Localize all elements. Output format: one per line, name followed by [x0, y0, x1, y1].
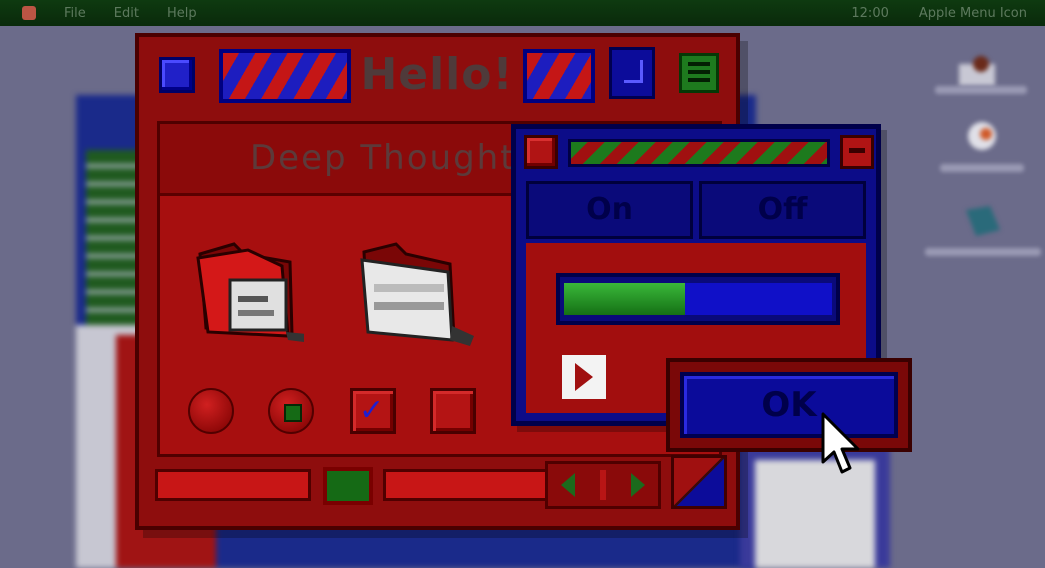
- desktop-icon-label: [935, 86, 1027, 94]
- scroll-arrows: [545, 461, 661, 509]
- desktop-app-icon[interactable]: [960, 120, 1004, 156]
- ok-button-frame: OK: [666, 358, 912, 452]
- desktop-book-icon[interactable]: [960, 204, 1004, 240]
- checkbox-unchecked[interactable]: [430, 388, 476, 434]
- desktop-icon-label: [925, 248, 1041, 256]
- disclosure-triangle[interactable]: [562, 355, 606, 399]
- scroll-thumb[interactable]: [323, 467, 373, 505]
- menu-file[interactable]: File: [64, 6, 86, 21]
- menu-help[interactable]: Help: [167, 6, 197, 21]
- ok-button[interactable]: OK: [680, 372, 898, 438]
- open-folder-icon[interactable]: [194, 236, 306, 356]
- scroll-track-right[interactable]: [383, 469, 553, 501]
- title-stripes-right: [523, 49, 595, 103]
- checkmark-icon: ✓: [359, 393, 385, 428]
- desktop-hard-disk-icon[interactable]: [955, 54, 999, 90]
- menu-edit[interactable]: Edit: [114, 6, 139, 21]
- apple-menu-icon[interactable]: [22, 6, 36, 20]
- horizontal-scrollbar[interactable]: [155, 455, 735, 513]
- triangle-right-icon: [575, 363, 593, 391]
- radio-button-on[interactable]: [268, 388, 314, 434]
- menubar-clock: 12:00: [851, 5, 889, 21]
- collapse-box[interactable]: [679, 53, 719, 93]
- menubar-app-name[interactable]: Apple Menu Icon: [919, 6, 1027, 21]
- resize-grow-box[interactable]: [671, 455, 727, 509]
- title-stripes[interactable]: [568, 139, 830, 167]
- close-box[interactable]: [159, 57, 195, 93]
- zoom-box[interactable]: [609, 47, 655, 99]
- title-bar[interactable]: Hello!: [139, 37, 736, 109]
- window-title: Hello!: [360, 49, 514, 100]
- progress-fill: [564, 283, 685, 315]
- desktop-icon-label: [940, 164, 1024, 172]
- progress-remaining: [685, 283, 832, 315]
- progress-bar: [556, 273, 840, 325]
- menu-bar: File Edit Help 12:00 Apple Menu Icon: [0, 0, 1045, 26]
- off-button[interactable]: Off: [699, 181, 866, 239]
- header-title: Deep Thought: [250, 138, 516, 178]
- background-window-right: [740, 440, 890, 568]
- on-button[interactable]: On: [526, 181, 693, 239]
- collapse-box[interactable]: [840, 135, 874, 169]
- radio-button-off[interactable]: [188, 388, 234, 434]
- close-box[interactable]: [524, 135, 558, 169]
- toggle-group: On Off: [526, 181, 866, 241]
- folder-icon[interactable]: [358, 236, 474, 356]
- arrow-separator: [599, 470, 606, 500]
- checkbox-checked[interactable]: ✓: [350, 388, 396, 434]
- mouse-pointer-icon: [820, 412, 864, 480]
- scroll-right-arrow-icon[interactable]: [631, 473, 646, 497]
- scroll-track-left[interactable]: [155, 469, 311, 501]
- title-stripes-left: [219, 49, 351, 103]
- scroll-left-arrow-icon[interactable]: [560, 473, 575, 497]
